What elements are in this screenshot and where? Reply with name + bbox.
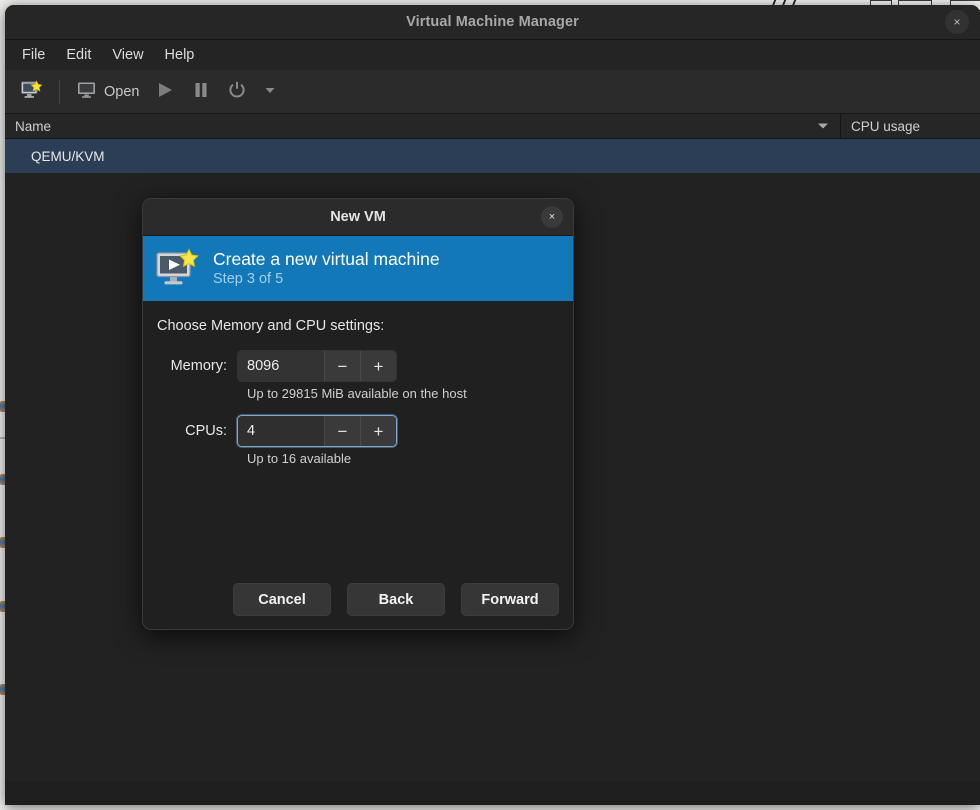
memory-hint: Up to 29815 MiB available on the host — [247, 386, 467, 401]
dialog-banner: Create a new virtual machine Step 3 of 5 — [143, 236, 573, 301]
menu-item-file[interactable]: File — [13, 44, 54, 66]
column-header-cpu-usage[interactable]: CPU usage — [841, 114, 980, 138]
cpus-label: CPUs: — [185, 423, 227, 439]
monitor-icon — [77, 81, 97, 103]
close-icon[interactable]: × — [945, 10, 969, 34]
create-vm-icon — [155, 247, 201, 290]
desktop-background: Virtual Machine Manager × File Edit View… — [0, 0, 980, 810]
memory-input[interactable] — [238, 351, 324, 381]
dialog-banner-step: Step 3 of 5 — [213, 270, 284, 287]
open-button[interactable]: Open — [71, 77, 145, 107]
memory-spinner[interactable]: − + — [237, 350, 397, 382]
dialog-titlebar[interactable]: New VM × — [143, 199, 573, 236]
play-icon — [155, 80, 175, 104]
toolbar: Open — [5, 70, 980, 114]
window-title: Virtual Machine Manager — [406, 14, 579, 30]
power-icon — [227, 80, 247, 104]
menubar: File Edit View Help — [5, 40, 980, 70]
dialog-prompt: Choose Memory and CPU settings: — [157, 318, 385, 334]
dialog-body: Choose Memory and CPU settings: Memory: … — [143, 301, 573, 629]
shutdown-dropdown-button[interactable] — [257, 79, 283, 105]
sort-descending-arrow-icon[interactable] — [818, 123, 828, 129]
menu-item-edit[interactable]: Edit — [57, 44, 100, 66]
cpus-decrement-button[interactable]: − — [324, 416, 360, 446]
new-vm-icon — [20, 79, 43, 105]
cpus-input[interactable] — [238, 416, 324, 446]
chevron-down-icon — [263, 83, 277, 101]
window-titlebar[interactable]: Virtual Machine Manager × — [5, 5, 980, 40]
cpus-hint: Up to 16 available — [247, 451, 352, 466]
memory-increment-button[interactable]: + — [360, 351, 396, 381]
run-button[interactable] — [149, 76, 181, 108]
new-vm-dialog: New VM × Create a new virtual machine St… — [142, 198, 574, 630]
vm-list-column-header: Name CPU usage — [5, 114, 980, 139]
memory-decrement-button[interactable]: − — [324, 351, 360, 381]
column-header-cpu-usage-label: CPU usage — [851, 118, 921, 134]
memory-label: Memory: — [170, 358, 227, 374]
new-vm-button[interactable] — [14, 75, 48, 109]
dialog-banner-heading: Create a new virtual machine — [213, 248, 440, 269]
menu-item-help[interactable]: Help — [156, 44, 204, 66]
cpus-field-row: CPUs: − + — [157, 415, 559, 447]
list-item-label: QEMU/KVM — [31, 148, 105, 164]
pause-button[interactable] — [185, 76, 217, 108]
column-header-name-label: Name — [15, 118, 52, 134]
open-button-label: Open — [104, 83, 140, 100]
column-header-name[interactable]: Name — [5, 114, 841, 138]
toolbar-separator — [59, 79, 60, 104]
list-item[interactable]: QEMU/KVM — [5, 139, 980, 173]
menu-item-view[interactable]: View — [103, 44, 152, 66]
forward-button[interactable]: Forward — [461, 583, 559, 616]
vm-list: QEMU/KVM — [5, 139, 980, 173]
close-icon[interactable]: × — [541, 206, 563, 228]
cpus-increment-button[interactable]: + — [360, 416, 396, 446]
cpus-spinner[interactable]: − + — [237, 415, 397, 447]
pause-icon — [191, 80, 211, 104]
memory-field-row: Memory: − + — [157, 350, 559, 382]
shutdown-button[interactable] — [221, 76, 253, 108]
dialog-title: New VM — [330, 209, 386, 225]
cancel-button[interactable]: Cancel — [233, 583, 331, 616]
dialog-button-row: Cancel Back Forward — [143, 583, 573, 616]
back-button[interactable]: Back — [347, 583, 445, 616]
